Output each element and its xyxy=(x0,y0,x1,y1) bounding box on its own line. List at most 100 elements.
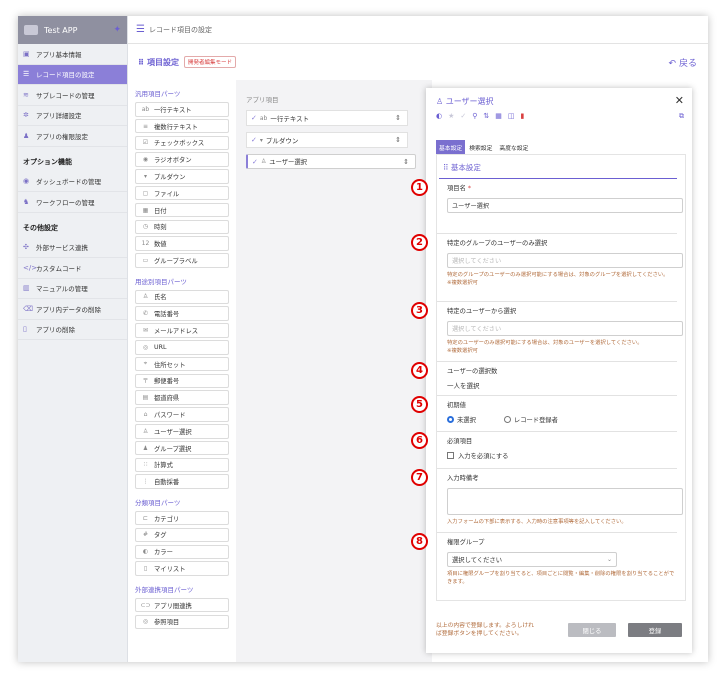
part-item[interactable]: 12 数値 xyxy=(135,236,229,251)
sidebar-item[interactable]: ◉ ダッシュボードの管理 xyxy=(18,172,127,192)
sidebar-item[interactable]: </> カスタムコード xyxy=(18,258,127,279)
toggle-icon[interactable]: ◐ xyxy=(436,112,442,120)
required-checkbox[interactable] xyxy=(447,452,454,459)
part-item[interactable]: ◉ ラジオボタン xyxy=(135,152,229,167)
sidebar-item[interactable]: ⌫ アプリ内データの削除 xyxy=(18,299,127,320)
part-item[interactable]: ab 一行テキスト xyxy=(135,102,229,117)
section-title: ⠿ 項目設定 xyxy=(138,57,180,67)
part-item[interactable]: # タグ xyxy=(135,527,229,543)
part-item-label: チェックボックス xyxy=(154,140,205,148)
panel-title-text: ユーザー選択 xyxy=(445,97,494,106)
radio-unselected[interactable] xyxy=(447,416,454,423)
part-item[interactable]: ⋮ 自動採番 xyxy=(135,474,229,489)
register-button[interactable]: 登録 xyxy=(628,623,682,637)
person-icon: ♙ xyxy=(142,293,149,301)
part-item[interactable]: ✉ メールアドレス xyxy=(135,323,229,338)
part-item[interactable]: ◎ URL xyxy=(135,340,229,355)
sidebar-item[interactable]: ▣ アプリ基本情報 xyxy=(18,44,127,65)
part-item[interactable]: ◐ カラー xyxy=(135,544,229,560)
copy-icon[interactable]: ⧉ xyxy=(679,112,684,121)
check-icon[interactable]: ✓ xyxy=(460,112,466,120)
sidebar-item[interactable]: ✲ アプリ詳細設定 xyxy=(18,106,127,126)
close-button[interactable]: 閉じる xyxy=(568,623,616,637)
part-item[interactable]: ▤ 都道府県 xyxy=(135,390,229,405)
clock-icon: ◷ xyxy=(142,223,149,231)
columns-icon[interactable]: ◫ xyxy=(508,112,515,120)
part-item[interactable]: ⊂⊃ アプリ間連携 xyxy=(135,597,229,613)
sidebar-item[interactable]: ♟ アプリの権限設定 xyxy=(18,126,127,147)
panel-tab[interactable]: 基本設定 xyxy=(436,140,466,155)
workflow-icon: ♞ xyxy=(23,197,30,206)
part-item[interactable]: ▯ マイリスト xyxy=(135,561,229,576)
sidebar-item[interactable]: ☰ レコード項目の設定 xyxy=(18,64,127,85)
pin-icon[interactable]: ✦ xyxy=(113,25,121,35)
gear-icon: ✲ xyxy=(23,111,29,120)
count-value[interactable]: 一人を選択 xyxy=(447,380,677,390)
dropdown-icon: ▾ xyxy=(143,172,147,180)
trash-icon: ▯ xyxy=(23,325,27,334)
users-from-input[interactable]: 選択してください xyxy=(447,321,683,336)
step-number-badge: 6 xyxy=(411,432,428,449)
sort-handle-icon[interactable]: ⇕ xyxy=(395,136,401,144)
trash-icon[interactable]: ▮ xyxy=(521,112,525,120)
part-item-label: アプリ間連携 xyxy=(154,602,192,610)
bookmark-icon: ▯ xyxy=(143,565,148,573)
mode-badge: 開発者編集モード xyxy=(184,56,237,68)
search-icon[interactable]: ⚲ xyxy=(472,112,477,120)
sidebar-item[interactable]: ▥ マニュアルの管理 xyxy=(18,279,127,299)
part-item-label: 自動採番 xyxy=(154,479,180,487)
part-item-label: 住所セット xyxy=(154,361,186,369)
tag-icon: # xyxy=(142,531,149,539)
sort-handle-icon[interactable]: ⇕ xyxy=(395,114,401,122)
app-header: Test APP ✦ xyxy=(18,16,127,44)
part-item[interactable]: ▭ グループラベル xyxy=(135,253,229,268)
chevron-down-icon: ⌄ xyxy=(606,556,612,563)
part-item[interactable]: 〒郵便番号 xyxy=(135,373,229,389)
step-number-badge: 3 xyxy=(411,302,428,319)
part-item[interactable]: ⌂ パスワード xyxy=(135,407,229,422)
group-only-input[interactable]: 選択してください xyxy=(447,253,683,268)
sidebar-item[interactable]: ♞ ワークフローの管理 xyxy=(18,192,127,213)
step-number-badge: 2 xyxy=(411,234,428,251)
panel-tab[interactable]: 検索設定 xyxy=(466,140,495,155)
part-item-label: プルダウン xyxy=(154,173,186,181)
radio-registrant[interactable] xyxy=(503,416,511,423)
part-item[interactable]: ♟ グループ選択 xyxy=(135,440,229,456)
sidebar-item[interactable]: ≋ サブレコードの管理 xyxy=(18,85,127,106)
sidebar-item[interactable]: ▯ アプリの削除 xyxy=(18,320,127,340)
part-item[interactable]: ♙ 氏名 xyxy=(135,289,229,305)
app-item[interactable]: ✓ ♙ ユーザー選択 ⇕ xyxy=(246,154,416,169)
close-icon[interactable]: ✕ xyxy=(675,94,684,107)
part-item[interactable]: ▾ プルダウン xyxy=(135,169,229,184)
part-item[interactable]: ∷ 計算式 xyxy=(135,457,229,473)
part-item[interactable]: ◎ 参照項目 xyxy=(135,614,229,630)
part-item[interactable]: ▢ ファイル xyxy=(135,185,229,201)
part-item[interactable]: ☑ チェックボックス xyxy=(135,135,229,151)
sidebar-item[interactable]: ✣ 外部サービス連携 xyxy=(18,238,127,258)
back-button[interactable]: ↶ 戻る xyxy=(668,56,700,69)
sidebar-item-label: ワークフローの管理 xyxy=(36,198,95,207)
part-item[interactable]: ◷ 時刻 xyxy=(135,219,229,235)
panel-tab[interactable]: 高度な設定 xyxy=(496,140,531,155)
puzzle-icon: ✣ xyxy=(23,243,29,252)
part-item[interactable]: ⌖ 住所セット xyxy=(135,356,229,372)
app-item[interactable]: ✓ ▾ プルダウン ⇕ xyxy=(246,132,408,148)
sidebar-item-label: アプリ内データの削除 xyxy=(36,305,101,314)
globe-icon: ◎ xyxy=(142,343,149,351)
sort-handle-icon[interactable]: ⇕ xyxy=(403,158,409,166)
part-item[interactable]: ⊏ カテゴリ xyxy=(135,510,229,526)
number-icon: 12 xyxy=(141,240,150,248)
note-textarea[interactable] xyxy=(447,488,683,515)
part-item[interactable]: ♙ ユーザー選択 xyxy=(135,424,229,439)
sort-icon[interactable]: ⇅ xyxy=(483,112,489,120)
app-item[interactable]: ✓ ab 一行テキスト ⇕ xyxy=(246,110,408,126)
perm-select[interactable]: 選択してください ⌄ xyxy=(447,552,617,567)
field-name-input[interactable]: ユーザー選択 xyxy=(447,198,683,213)
table-icon[interactable]: ▦ xyxy=(495,112,502,120)
star-icon[interactable]: ★ xyxy=(448,112,454,120)
part-item[interactable]: ▦ 日付 xyxy=(135,202,229,218)
part-item[interactable]: ✆ 電話番号 xyxy=(135,306,229,321)
body-title-text: 基本設定 xyxy=(450,163,481,172)
menu-icon[interactable]: ☰ xyxy=(136,24,145,35)
part-item[interactable]: ≡ 複数行テキスト xyxy=(135,118,229,134)
